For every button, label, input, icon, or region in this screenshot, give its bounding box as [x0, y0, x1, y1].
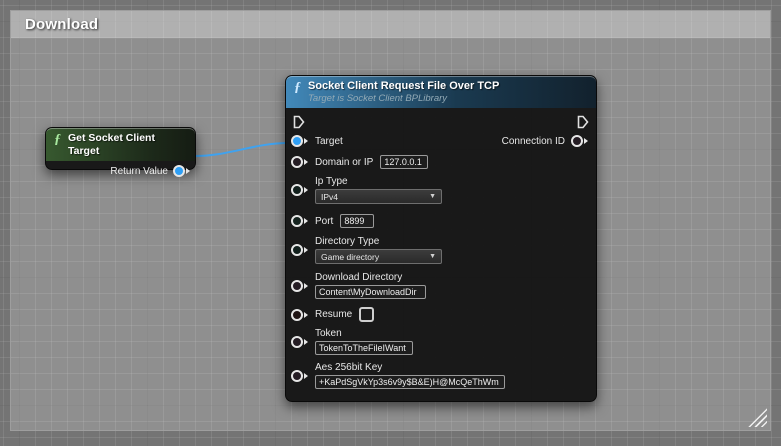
comment-resize-handle[interactable]: [748, 408, 767, 427]
download-directory-label: Download Directory: [315, 272, 426, 283]
function-icon: ƒ: [294, 81, 301, 95]
return-value-pin[interactable]: [173, 165, 190, 177]
ip-type-pin[interactable]: [291, 184, 308, 196]
request-node-title: Socket Client Request File Over TCP: [308, 80, 499, 93]
directory-type-value: Game directory: [321, 252, 379, 262]
download-directory-input[interactable]: [315, 285, 426, 299]
domain-or-ip-label: Domain or IP: [315, 157, 373, 168]
resume-label: Resume: [315, 309, 352, 320]
token-input[interactable]: [315, 341, 413, 355]
token-pin[interactable]: [291, 336, 308, 348]
resume-pin[interactable]: [291, 309, 308, 321]
target-label: Target: [315, 136, 343, 147]
request-node-header[interactable]: ƒ Socket Client Request File Over TCP Ta…: [286, 76, 596, 108]
node-get-socket-client-target[interactable]: ƒ Get Socket Client Target Return Value: [45, 127, 196, 170]
chevron-down-icon: ▼: [429, 193, 436, 200]
domain-or-ip-input[interactable]: [380, 155, 428, 169]
directory-type-dropdown[interactable]: Game directory ▼: [315, 249, 442, 264]
getter-node-header[interactable]: ƒ Get Socket Client Target: [46, 128, 195, 161]
directory-type-pin[interactable]: [291, 244, 308, 256]
node-socket-client-request-file-over-tcp[interactable]: ƒ Socket Client Request File Over TCP Ta…: [285, 75, 597, 402]
download-directory-pin[interactable]: [291, 280, 308, 292]
function-icon: ƒ: [54, 133, 61, 147]
chevron-down-icon: ▼: [429, 253, 436, 260]
ip-type-label: Ip Type: [315, 176, 442, 187]
exec-in-pin[interactable]: [293, 115, 305, 129]
return-value-label: Return Value: [110, 166, 168, 177]
connection-id-pin[interactable]: [571, 135, 588, 147]
port-input[interactable]: [340, 214, 374, 228]
getter-node-title: Get Socket Client Target: [68, 132, 187, 158]
resume-checkbox[interactable]: [359, 307, 374, 322]
domain-or-ip-pin[interactable]: [291, 156, 308, 168]
aes-key-label: Aes 256bit Key: [315, 362, 505, 373]
comment-header[interactable]: Download: [11, 11, 770, 39]
request-node-subtitle: Target is Socket Client BPLibrary: [308, 93, 499, 104]
port-label: Port: [315, 216, 333, 227]
token-label: Token: [315, 328, 413, 339]
directory-type-label: Directory Type: [315, 236, 442, 247]
connection-id-label: Connection ID: [502, 136, 565, 147]
blueprint-graph[interactable]: Download ƒ Get Socket Client Target Retu…: [0, 0, 781, 446]
port-pin[interactable]: [291, 215, 308, 227]
aes-key-pin[interactable]: [291, 370, 308, 382]
exec-out-pin[interactable]: [577, 115, 589, 129]
ip-type-value: IPv4: [321, 192, 338, 202]
comment-title: Download: [25, 16, 98, 33]
ip-type-dropdown[interactable]: IPv4 ▼: [315, 189, 442, 204]
aes-key-input[interactable]: [315, 375, 505, 389]
target-pin[interactable]: [291, 135, 308, 147]
